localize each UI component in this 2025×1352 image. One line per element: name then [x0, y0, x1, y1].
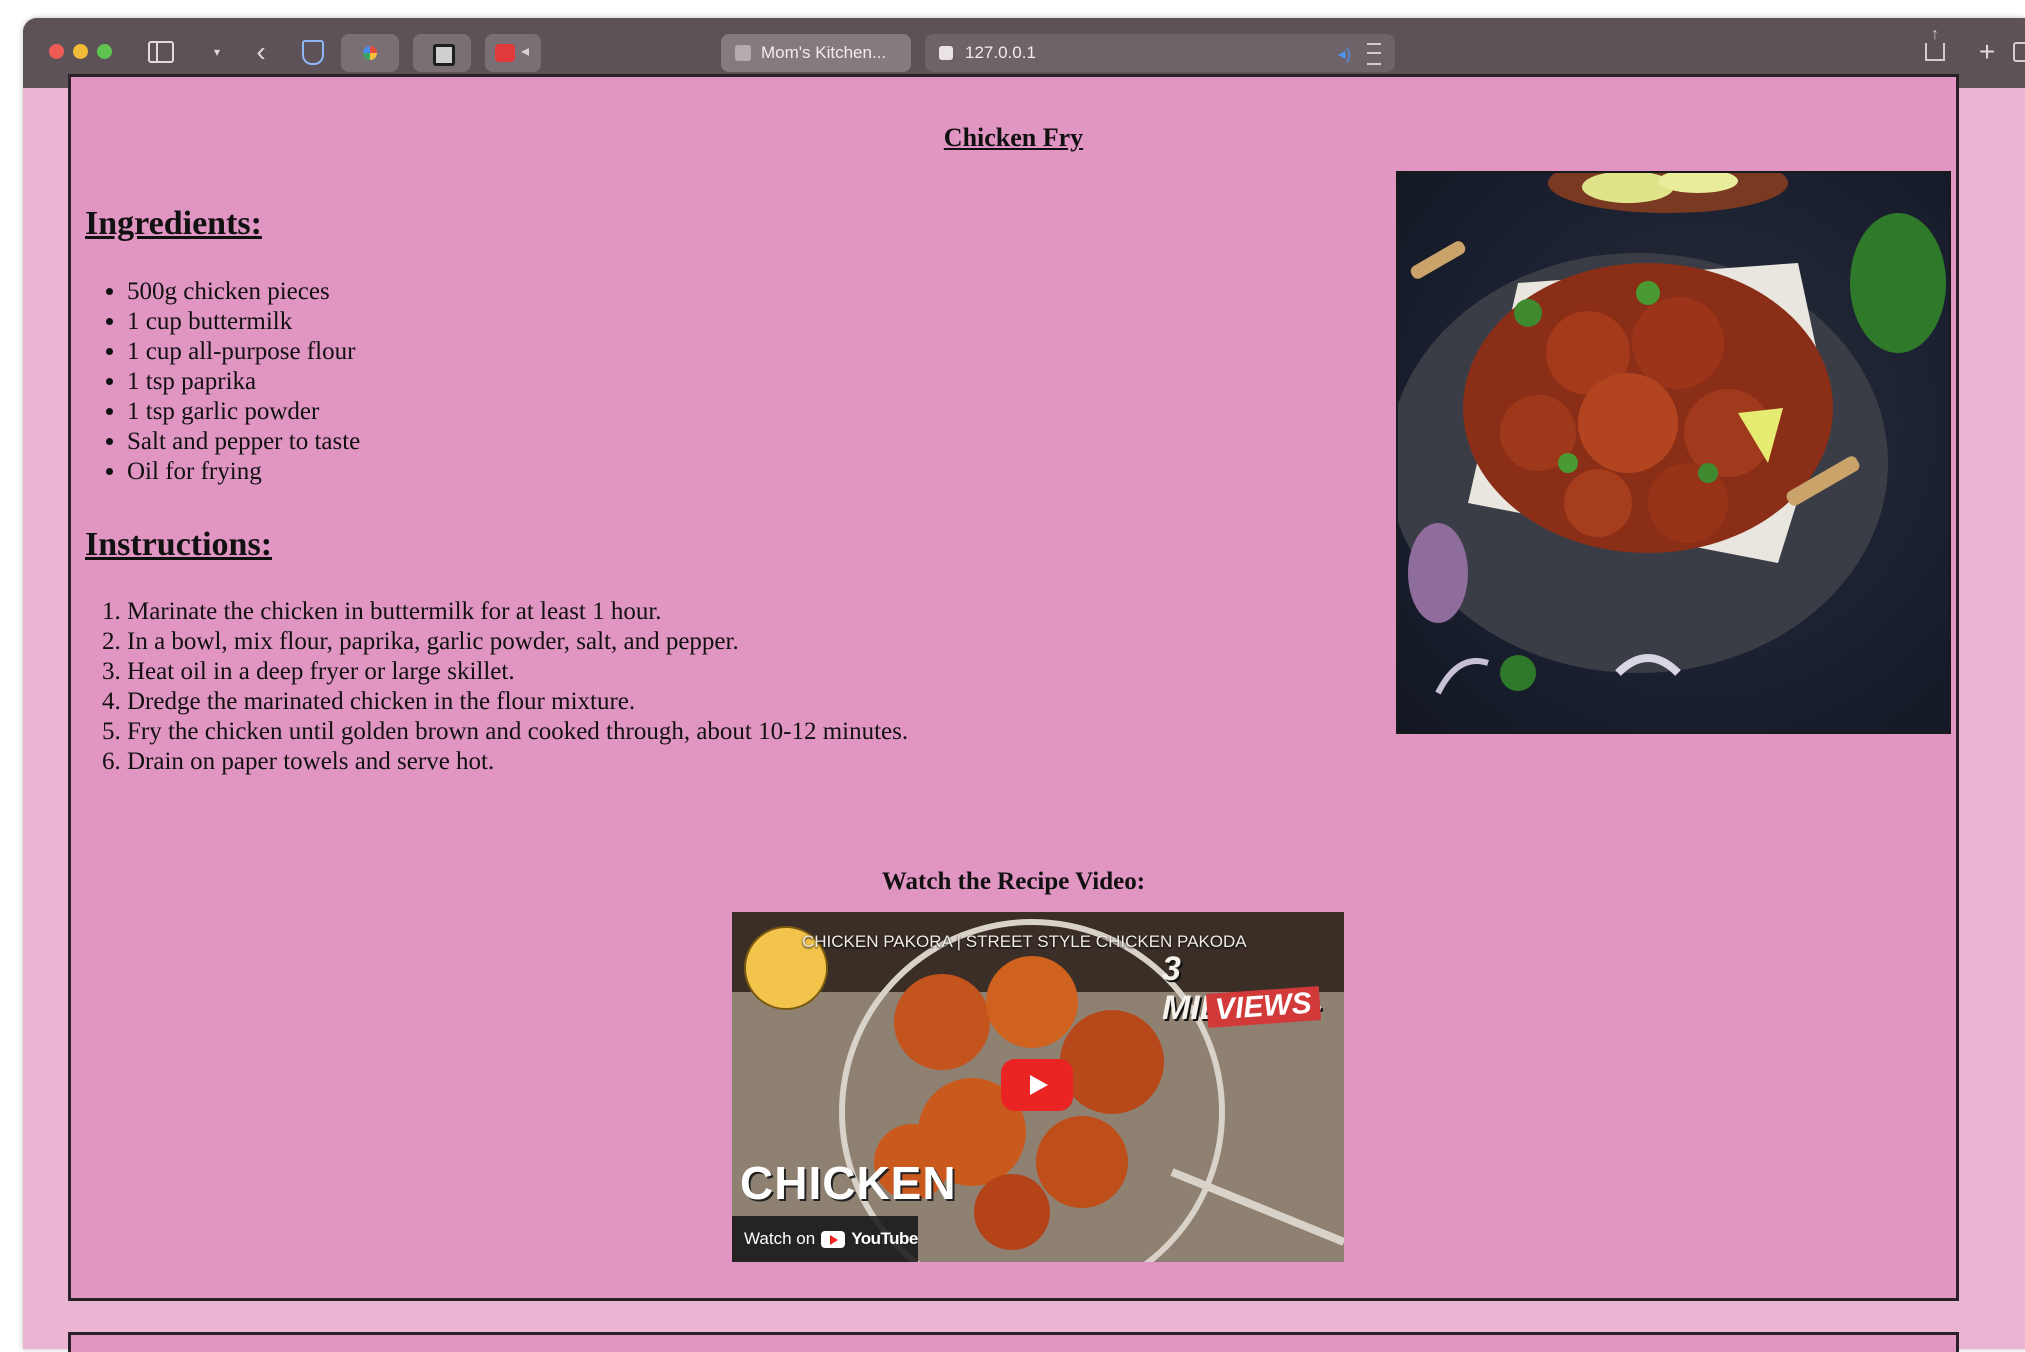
list-item: 1 tsp paprika — [127, 367, 360, 397]
list-item: 500g chicken pieces — [127, 277, 360, 307]
site-icon — [939, 46, 953, 60]
reader-icon[interactable] — [1367, 43, 1381, 65]
speaker-icon: ◂ — [521, 43, 530, 60]
list-item: In a bowl, mix flour, paprika, garlic po… — [127, 627, 908, 657]
list-item: Marinate the chicken in buttermilk for a… — [127, 597, 908, 627]
extension-button-1[interactable] — [341, 34, 399, 72]
extension-button-2[interactable] — [413, 34, 471, 72]
record-icon — [495, 44, 515, 62]
favicon-icon — [735, 45, 751, 61]
url-text: 127.0.0.1 — [965, 43, 1036, 62]
privacy-report-button[interactable] — [298, 36, 328, 68]
youtube-video-player[interactable]: CHICKEN PAKORA | STREET STYLE CHICKEN PA… — [732, 912, 1344, 1262]
address-bar[interactable]: 127.0.0.1 ◂) — [925, 34, 1395, 72]
chevron-down-icon[interactable]: ▾ — [209, 36, 225, 68]
minimize-window-button[interactable] — [73, 44, 88, 59]
tabs-icon — [2013, 42, 2025, 62]
watch-on-label: Watch on — [744, 1229, 816, 1248]
play-icon[interactable] — [1001, 1059, 1073, 1111]
page-title: Chicken Fry — [943, 123, 1084, 152]
list-item: Fry the chicken until golden brown and c… — [127, 717, 908, 747]
shield-icon — [302, 39, 324, 65]
views-badge: 3 MILLION+ VIEWS — [1162, 944, 1334, 1028]
chicken-fry-photo — [1396, 171, 1951, 734]
video-heading: Watch the Recipe Video: — [881, 868, 1146, 895]
sidebar-toggle-button[interactable] — [147, 36, 175, 68]
audio-playing-icon[interactable]: ◂) — [1338, 44, 1351, 64]
youtube-wordmark: YouTube — [851, 1229, 918, 1248]
next-section-edge — [68, 1332, 1959, 1352]
sidebar-icon — [148, 41, 174, 63]
extension-button-3[interactable]: ◂ — [485, 34, 541, 72]
list-item: 1 cup all-purpose flour — [127, 337, 360, 367]
extension-icon — [433, 44, 455, 66]
video-caption: CHICKEN — [740, 1157, 957, 1209]
back-button[interactable]: ‹ — [249, 36, 273, 68]
list-item: Salt and pepper to taste — [127, 427, 360, 457]
share-button[interactable] — [1923, 27, 1947, 68]
instructions-list: Marinate the chicken in buttermilk for a… — [83, 597, 908, 777]
share-icon — [1925, 27, 1945, 61]
maximize-window-button[interactable] — [97, 44, 112, 59]
ingredients-list: 500g chicken pieces 1 cup buttermilk 1 c… — [83, 277, 360, 487]
tab-title: Mom's Kitchen... — [761, 43, 887, 62]
extension-icon — [363, 46, 377, 60]
close-window-button[interactable] — [49, 44, 64, 59]
tab-moms-kitchen[interactable]: Mom's Kitchen... — [721, 34, 911, 72]
list-item: Dredge the marinated chicken in the flou… — [127, 687, 908, 717]
list-item: 1 cup buttermilk — [127, 307, 360, 337]
ingredients-heading: Ingredients: — [85, 205, 262, 242]
watch-on-youtube-button[interactable]: Watch on YouTube — [732, 1216, 918, 1262]
new-tab-button[interactable]: + — [1975, 36, 1999, 68]
youtube-icon — [821, 1230, 846, 1248]
instructions-heading: Instructions: — [85, 526, 273, 563]
recipe-page: Chicken Fry Ingredients: 500g chicken pi… — [68, 74, 1959, 1301]
list-item: Oil for frying — [127, 457, 360, 487]
tab-overview-button[interactable] — [2013, 36, 2025, 68]
food-illustration — [1398, 173, 1946, 695]
list-item: 1 tsp garlic powder — [127, 397, 360, 427]
list-item: Drain on paper towels and serve hot. — [127, 747, 908, 777]
list-item: Heat oil in a deep fryer or large skille… — [127, 657, 908, 687]
